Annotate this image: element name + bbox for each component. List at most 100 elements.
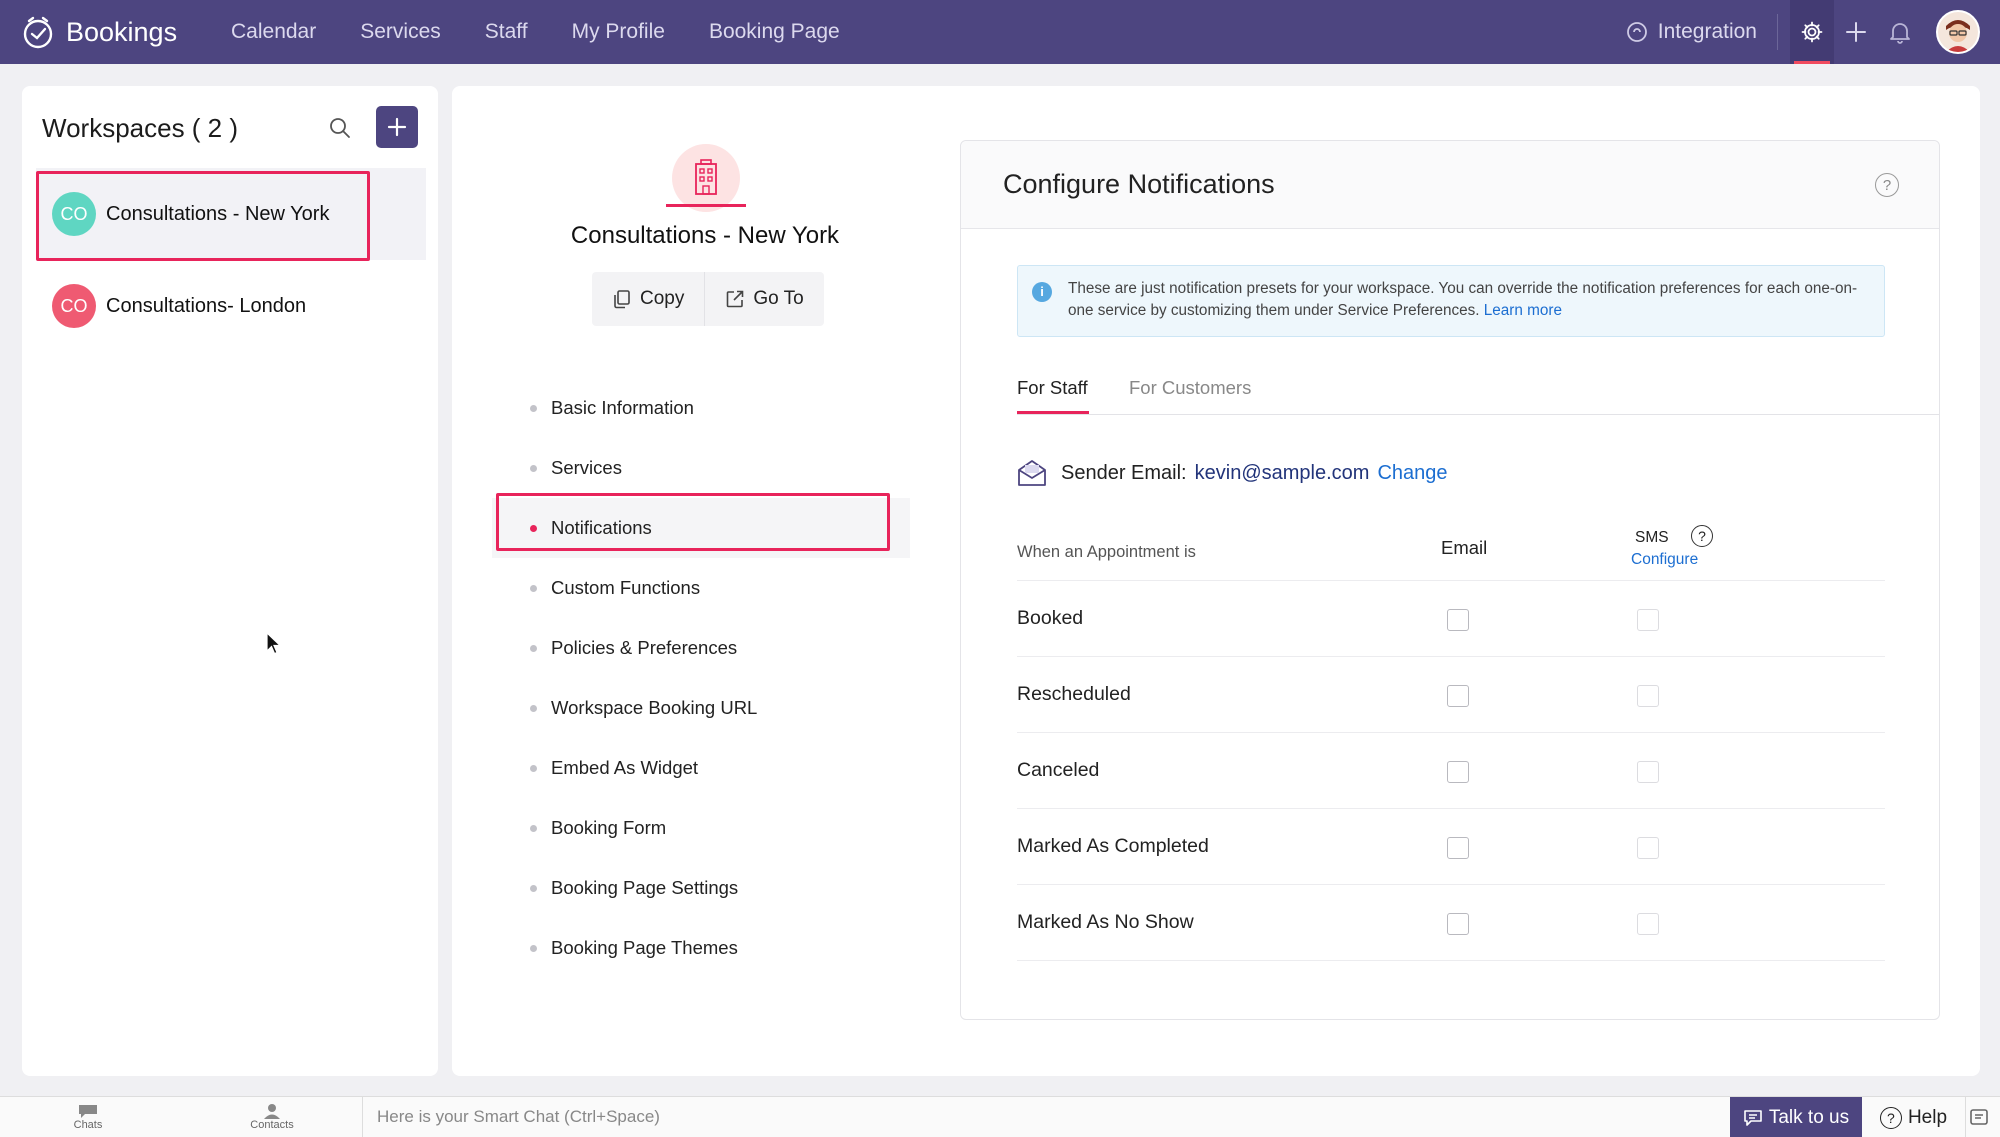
workspace-avatar: CO [52, 192, 96, 236]
search-icon[interactable] [328, 116, 352, 140]
help-button[interactable]: ? Help [1862, 1097, 1966, 1137]
help-label: Help [1907, 1106, 1948, 1128]
sms-checkbox[interactable] [1637, 761, 1659, 783]
learn-more-link[interactable]: Learn more [1484, 302, 1562, 319]
nav-calendar[interactable]: Calendar [231, 20, 316, 44]
workspaces-title: Workspaces ( 2 ) [42, 112, 239, 143]
row-label: Marked As No Show [1017, 911, 1194, 933]
menu-booking-page-settings[interactable]: Booking Page Settings [530, 858, 920, 918]
sms-checkbox[interactable] [1637, 609, 1659, 631]
settings-button[interactable] [1790, 0, 1834, 64]
notifications-button[interactable] [1878, 0, 1922, 64]
smart-chat-input[interactable]: Here is your Smart Chat (Ctrl+Space) [362, 1097, 1730, 1137]
row-label: Rescheduled [1017, 683, 1131, 705]
email-checkbox[interactable] [1447, 685, 1469, 707]
divider [1777, 14, 1778, 50]
menu-label: Notifications [551, 517, 652, 538]
workspace-settings-menu: Basic Information Services Notifications… [492, 378, 920, 978]
sms-checkbox[interactable] [1637, 837, 1659, 859]
copy-button[interactable]: Copy [592, 272, 704, 326]
workspace-name: Consultations- London [106, 294, 307, 317]
bullet [530, 404, 537, 412]
workspaces-header: Workspaces ( 2 ) [42, 106, 418, 150]
table-row: Rescheduled [1017, 657, 1885, 733]
workspace-icon [672, 144, 740, 212]
notification-tabs: For Staff For Customers [1017, 363, 1939, 415]
go-to-label: Go To [753, 288, 804, 309]
building-icon [695, 159, 717, 195]
bullet [530, 644, 537, 652]
menu-notifications[interactable]: Notifications [492, 498, 910, 558]
go-to-button[interactable]: Go To [705, 272, 823, 326]
external-link-icon [727, 290, 744, 308]
menu-booking-page-themes[interactable]: Booking Page Themes [530, 918, 920, 978]
nav-services[interactable]: Services [360, 20, 441, 44]
feedback-icon[interactable] [1968, 1107, 1990, 1129]
sms-checkbox[interactable] [1637, 913, 1659, 935]
menu-basic-information[interactable]: Basic Information [530, 378, 920, 438]
card-header: Configure Notifications ? [961, 141, 1939, 229]
sender-email-label: Sender Email: [1061, 461, 1187, 484]
chats-label: Chats [73, 1119, 103, 1131]
menu-label: Basic Information [551, 397, 694, 418]
menu-label: Workspace Booking URL [551, 697, 758, 718]
row-label: Marked As Completed [1017, 835, 1209, 857]
workspace-name: Consultations - New York [106, 202, 330, 225]
top-navbar: Bookings Calendar Services Staff My Prof… [0, 0, 2000, 64]
email-checkbox[interactable] [1447, 609, 1469, 631]
contacts-button[interactable]: Contacts [232, 1099, 312, 1131]
chats-button[interactable]: Chats [48, 1099, 128, 1131]
table-row: Marked As Completed [1017, 809, 1885, 885]
brand[interactable]: Bookings [20, 14, 230, 50]
main-nav: Calendar Services Staff My Profile Booki… [231, 20, 884, 44]
menu-label: Embed As Widget [551, 757, 699, 778]
sms-help-icon[interactable]: ? [1691, 525, 1713, 547]
nav-staff[interactable]: Staff [485, 20, 528, 44]
bullet [530, 584, 537, 592]
integration-button[interactable]: Integration [1626, 20, 1757, 44]
workspace-item[interactable]: CO Consultations - New York [36, 168, 426, 260]
mouse-cursor-icon [266, 632, 282, 655]
tab-for-customers[interactable]: For Customers [1129, 377, 1251, 399]
icon-underline [666, 204, 746, 207]
talk-to-us-button[interactable]: Talk to us [1730, 1097, 1862, 1137]
contact-icon [264, 1104, 280, 1119]
menu-label: Custom Functions [551, 577, 701, 598]
menu-label: Booking Page Settings [551, 877, 739, 898]
column-when: When an Appointment is [1017, 543, 1196, 561]
change-sender-link[interactable]: Change [1377, 462, 1447, 485]
talk-label: Talk to us [1768, 1106, 1850, 1128]
menu-booking-form[interactable]: Booking Form [530, 798, 920, 858]
menu-workspace-booking-url[interactable]: Workspace Booking URL [530, 678, 920, 738]
column-email: Email [1441, 537, 1488, 558]
copy-label: Copy [640, 288, 685, 309]
menu-label: Services [551, 457, 622, 478]
table-row: Booked [1017, 581, 1885, 657]
nav-booking-page[interactable]: Booking Page [709, 20, 840, 44]
menu-policies-preferences[interactable]: Policies & Preferences [530, 618, 920, 678]
menu-embed-as-widget[interactable]: Embed As Widget [530, 738, 920, 798]
user-avatar-icon [1938, 12, 1978, 52]
workspace-avatar: CO [52, 284, 96, 328]
email-checkbox[interactable] [1447, 761, 1469, 783]
active-tab-indicator [1017, 411, 1089, 414]
tab-for-staff[interactable]: For Staff [1017, 377, 1088, 399]
workspace-item[interactable]: CO Consultations- London [36, 260, 426, 352]
menu-label: Booking Page Themes [551, 937, 738, 958]
menu-custom-functions[interactable]: Custom Functions [530, 558, 920, 618]
nav-my-profile[interactable]: My Profile [572, 20, 665, 44]
app-name: Bookings [66, 16, 178, 47]
email-checkbox[interactable] [1447, 913, 1469, 935]
email-checkbox[interactable] [1447, 837, 1469, 859]
user-avatar[interactable] [1936, 10, 1980, 54]
workspaces-panel: Workspaces ( 2 ) CO Consultations - New … [22, 86, 438, 1076]
sms-checkbox[interactable] [1637, 685, 1659, 707]
add-button[interactable] [1834, 0, 1878, 64]
menu-services[interactable]: Services [530, 438, 920, 498]
help-icon[interactable]: ? [1875, 173, 1899, 197]
workspace-title: Consultations - New York [570, 222, 840, 249]
sms-configure-link[interactable]: Configure [1631, 551, 1698, 569]
bullet [530, 884, 537, 892]
top-right-actions: Integration [1626, 0, 2000, 64]
add-workspace-button[interactable] [376, 106, 418, 148]
